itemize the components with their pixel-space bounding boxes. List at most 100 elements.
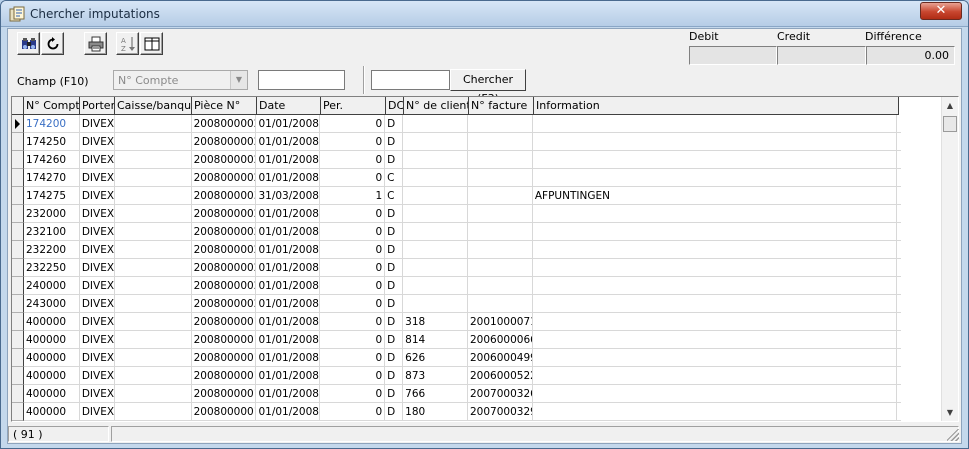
table-cell[interactable]: D bbox=[385, 403, 404, 421]
table-cell[interactable]: DIVEX bbox=[79, 367, 115, 385]
table-cell[interactable] bbox=[532, 367, 897, 385]
table-cell[interactable]: DIVEX bbox=[79, 313, 115, 331]
table-cell[interactable] bbox=[532, 313, 897, 331]
table-cell[interactable]: DIVEX bbox=[79, 277, 115, 295]
table-cell[interactable]: 2008000001 bbox=[191, 313, 257, 331]
row-indicator[interactable] bbox=[12, 241, 24, 259]
table-cell[interactable]: DIVEX bbox=[79, 205, 115, 223]
table-cell[interactable] bbox=[468, 169, 533, 187]
search-value-input-2[interactable] bbox=[371, 70, 450, 90]
table-cell[interactable] bbox=[532, 151, 897, 169]
table-cell[interactable]: 232000 bbox=[23, 205, 80, 223]
column-header[interactable]: N° de client bbox=[404, 97, 469, 115]
table-cell[interactable] bbox=[532, 403, 897, 421]
table-row[interactable]: 400000 DIVEX 2008000001 01/01/2008 0 D 180 2007… bbox=[12, 403, 901, 421]
table-cell[interactable]: 01/01/2008 bbox=[256, 241, 321, 259]
table-cell[interactable] bbox=[403, 205, 468, 223]
table-cell[interactable] bbox=[468, 277, 533, 295]
table-cell[interactable] bbox=[532, 331, 897, 349]
table-row[interactable]: 400000 DIVEX 2008000001 01/01/2008 0 D 766 2007… bbox=[12, 385, 901, 403]
table-cell[interactable] bbox=[114, 133, 192, 151]
table-cell[interactable] bbox=[403, 151, 468, 169]
table-cell[interactable]: D bbox=[385, 115, 404, 133]
table-cell[interactable] bbox=[403, 115, 468, 133]
table-cell[interactable]: D bbox=[385, 367, 404, 385]
table-cell[interactable]: 2008000002 bbox=[191, 259, 257, 277]
table-cell[interactable] bbox=[532, 133, 897, 151]
binoculars-button[interactable] bbox=[17, 32, 40, 55]
table-cell[interactable]: 2008000002 bbox=[191, 277, 257, 295]
table-cell[interactable]: 174200 bbox=[23, 115, 80, 133]
columns-button[interactable] bbox=[140, 32, 163, 55]
table-cell[interactable]: 01/01/2008 bbox=[256, 115, 321, 133]
table-row[interactable]: 232250 DIVEX 2008000002 01/01/2008 0 D bbox=[12, 259, 901, 277]
table-cell[interactable]: 400000 bbox=[23, 367, 80, 385]
table-cell[interactable] bbox=[403, 169, 468, 187]
table-cell[interactable] bbox=[468, 151, 533, 169]
table-cell[interactable]: 2006000522 bbox=[468, 367, 533, 385]
field-select[interactable]: N° Compte ▼ bbox=[113, 70, 248, 90]
table-cell[interactable]: 01/01/2008 bbox=[256, 403, 321, 421]
table-cell[interactable] bbox=[468, 187, 533, 205]
column-header[interactable]: Per. bbox=[321, 97, 386, 115]
table-cell[interactable]: 232200 bbox=[23, 241, 80, 259]
table-cell[interactable]: 243000 bbox=[23, 295, 80, 313]
table-cell[interactable]: 180 bbox=[403, 403, 468, 421]
table-row[interactable]: 400000 DIVEX 2008000001 01/01/2008 0 D 626 2006… bbox=[12, 349, 901, 367]
chevron-down-icon[interactable]: ▼ bbox=[230, 71, 247, 89]
table-cell[interactable]: 2008000001 bbox=[191, 331, 257, 349]
table-cell[interactable]: 400000 bbox=[23, 403, 80, 421]
table-cell[interactable]: DIVEX bbox=[79, 241, 115, 259]
table-row[interactable]: 243000 DIVEX 2008000002 01/01/2008 0 D bbox=[12, 295, 901, 313]
row-indicator[interactable] bbox=[12, 349, 24, 367]
table-cell[interactable]: DIVEX bbox=[79, 385, 115, 403]
table-cell[interactable]: 0 bbox=[320, 169, 386, 187]
table-cell[interactable]: 0 bbox=[320, 349, 386, 367]
table-row[interactable]: 174270 DIVEX 2008000002 01/01/2008 0 C bbox=[12, 169, 901, 187]
table-cell[interactable] bbox=[114, 115, 192, 133]
table-cell[interactable]: 814 bbox=[403, 331, 468, 349]
table-cell[interactable]: 2008000001 bbox=[191, 367, 257, 385]
table-cell[interactable] bbox=[403, 223, 468, 241]
table-cell[interactable]: 01/01/2008 bbox=[256, 367, 321, 385]
table-row[interactable]: 174200 DIVEX 2008000002 01/01/2008 0 D bbox=[12, 115, 901, 133]
table-cell[interactable] bbox=[114, 367, 192, 385]
table-cell[interactable]: DIVEX bbox=[79, 115, 115, 133]
table-cell[interactable]: D bbox=[385, 349, 404, 367]
table-row[interactable]: 232100 DIVEX 2008000002 01/01/2008 0 D bbox=[12, 223, 901, 241]
table-cell[interactable]: 2008000002 bbox=[191, 151, 257, 169]
table-cell[interactable]: DIVEX bbox=[79, 223, 115, 241]
search-button[interactable]: Chercher (F3) bbox=[450, 69, 526, 105]
row-indicator[interactable] bbox=[12, 115, 24, 133]
table-cell[interactable]: DIVEX bbox=[79, 151, 115, 169]
table-cell[interactable]: 01/01/2008 bbox=[256, 133, 321, 151]
column-header[interactable]: Information bbox=[534, 97, 899, 115]
table-cell[interactable]: DIVEX bbox=[79, 331, 115, 349]
table-cell[interactable] bbox=[114, 277, 192, 295]
table-cell[interactable] bbox=[403, 295, 468, 313]
column-header[interactable]: DC bbox=[386, 97, 404, 115]
table-row[interactable]: 174275 DIVEX 2008000003 31/03/2008 1 C AFPUNTI… bbox=[12, 187, 901, 205]
column-header[interactable]: Pièce N° bbox=[192, 97, 257, 115]
table-cell[interactable]: 2006000066 bbox=[468, 331, 533, 349]
row-indicator[interactable] bbox=[12, 331, 24, 349]
table-row[interactable]: 400000 DIVEX 2008000001 01/01/2008 0 D 814 2006… bbox=[12, 331, 901, 349]
close-button[interactable]: ✕ bbox=[920, 2, 962, 20]
table-cell[interactable]: C bbox=[385, 187, 404, 205]
table-cell[interactable]: 174260 bbox=[23, 151, 80, 169]
table-cell[interactable]: 2008000001 bbox=[191, 403, 257, 421]
table-cell[interactable] bbox=[114, 169, 192, 187]
table-cell[interactable]: D bbox=[385, 385, 404, 403]
table-cell[interactable] bbox=[114, 187, 192, 205]
table-cell[interactable] bbox=[403, 241, 468, 259]
table-cell[interactable] bbox=[468, 259, 533, 277]
table-cell[interactable] bbox=[114, 223, 192, 241]
column-header[interactable]: N° facture bbox=[469, 97, 534, 115]
table-cell[interactable]: 232250 bbox=[23, 259, 80, 277]
column-header[interactable]: Date bbox=[257, 97, 321, 115]
row-indicator[interactable] bbox=[12, 385, 24, 403]
table-row[interactable]: 400000 DIVEX 2008000001 01/01/2008 0 D 318 2001… bbox=[12, 313, 901, 331]
table-cell[interactable] bbox=[468, 133, 533, 151]
table-cell[interactable]: 2008000002 bbox=[191, 205, 257, 223]
table-cell[interactable]: 01/01/2008 bbox=[256, 205, 321, 223]
